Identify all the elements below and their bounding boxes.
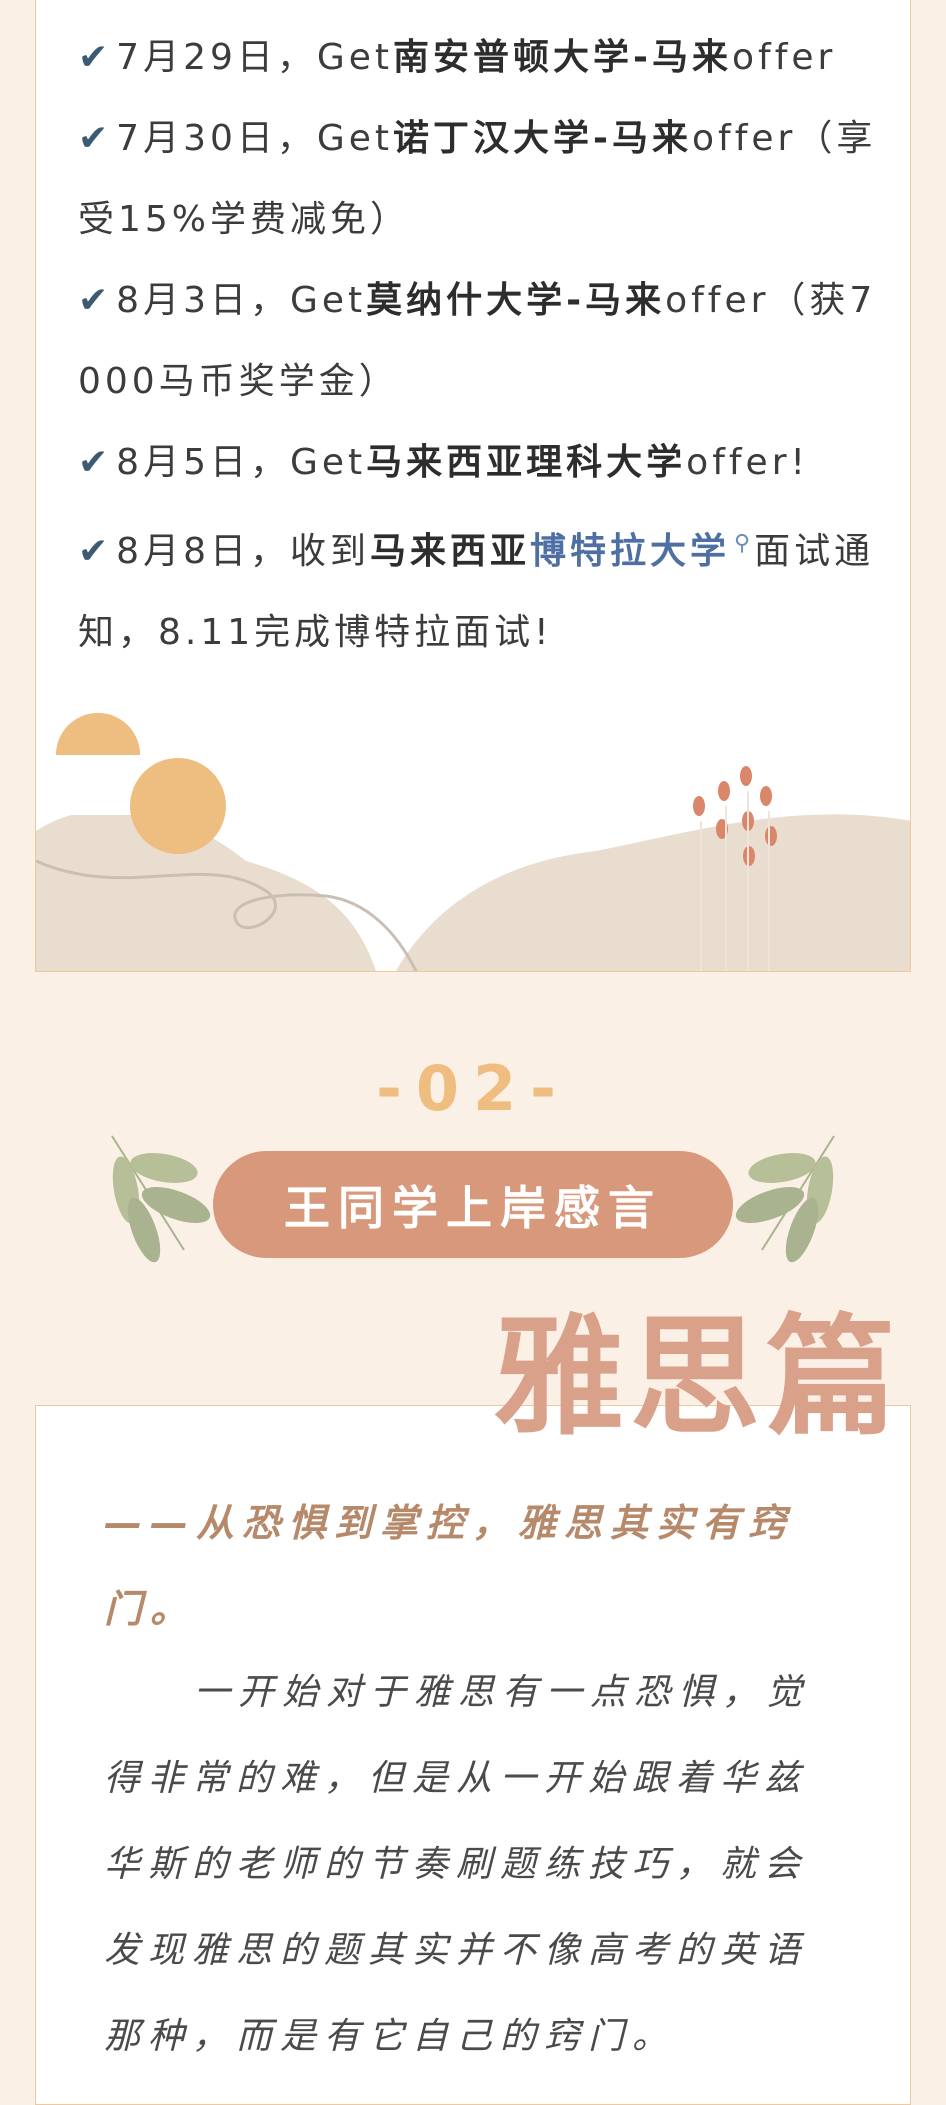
item-suffix: offer: [732, 37, 837, 78]
item-date: 8月3日，Get: [116, 280, 367, 321]
item-date: 7月29日，Get: [116, 37, 394, 78]
check-icon: ✔: [78, 442, 113, 483]
timeline-item: ✔ 8月8日，收到马来西亚博特拉大学 ⚲面试通知，8.11完成博特拉面试!: [78, 503, 878, 673]
university-search-link[interactable]: 博特拉大学: [530, 531, 730, 572]
timeline-item: ✔ 7月29日，Get南安普顿大学-马来offer: [78, 17, 878, 98]
timeline-item: ✔ 7月30日，Get诺丁汉大学-马来offer（享受15%学费减免）: [78, 98, 878, 260]
item-date: 7月30日，Get: [116, 118, 394, 159]
university-name: 南安普顿大学-马来: [393, 37, 732, 78]
university-name: 莫纳什大学-马来: [366, 280, 666, 321]
timeline-item: ✔ 8月3日，Get莫纳什大学-马来offer（获7000马币奖学金）: [78, 260, 878, 422]
check-icon: ✔: [78, 118, 113, 159]
timeline-item: ✔ 8月5日，Get马来西亚理科大学offer!: [78, 422, 878, 503]
item-suffix: offer!: [686, 442, 809, 483]
section-title-pill: 王同学上岸感言: [213, 1151, 733, 1258]
leaf-left-icon: [111, 1135, 211, 1263]
check-icon: ✔: [78, 531, 113, 572]
section-number: -02-: [376, 1052, 570, 1125]
university-name: 诺丁汉大学-马来: [393, 118, 692, 159]
item-date: 8月8日，收到: [116, 531, 370, 572]
landscape-decoration: [36, 713, 910, 971]
search-icon[interactable]: ⚲: [734, 531, 754, 556]
testimonial-subtitle: ——从恐惧到掌控，雅思其实有窍门。: [104, 1501, 795, 1631]
item-date: 8月5日，Get: [116, 442, 367, 483]
achievements-card: ✔ 7月29日，Get南安普顿大学-马来offer ✔ 7月30日，Get诺丁汉大学…: [35, 0, 911, 972]
offer-timeline: ✔ 7月29日，Get南安普顿大学-马来offer ✔ 7月30日，Get诺丁汉大学…: [78, 17, 878, 673]
leaf-right-icon: [735, 1135, 835, 1263]
university-name: 马来西亚理科大学: [366, 442, 687, 483]
university-name: 马来西亚: [369, 531, 530, 572]
testimonial-paragraph: 一开始对于雅思有一点恐惧，觉得非常的难，但是从一开始跟着华兹华斯的老师的节奏刷题…: [104, 1672, 811, 2057]
check-icon: ✔: [78, 37, 113, 78]
check-icon: ✔: [78, 280, 113, 321]
category-heading: 雅思篇: [493, 1301, 902, 1453]
